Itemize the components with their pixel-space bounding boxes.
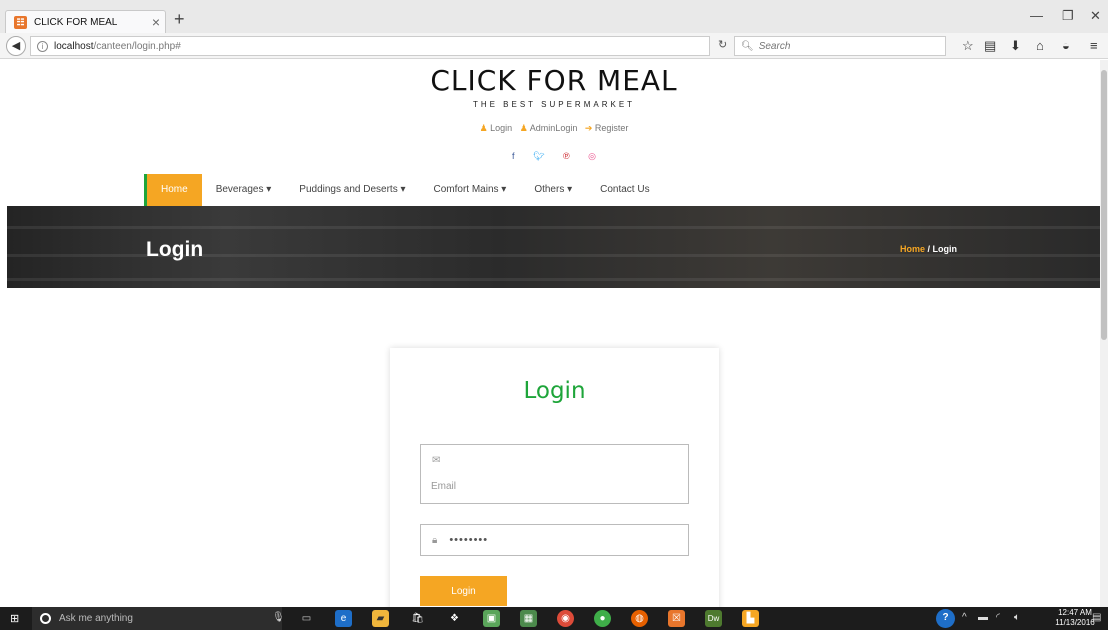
windows-taskbar: ⊞ Ask me anything 🎙︎ ▭ e ▰ 🛍︎ ❖ ▣ ▦ ◉ ● …: [0, 607, 1108, 630]
url-path: /canteen/login.php#: [93, 40, 181, 52]
tab-title: CLICK FOR MEAL: [34, 16, 118, 28]
menu-item-beverages[interactable]: Beverages ▾: [202, 174, 286, 206]
login-card-title: Login: [523, 378, 586, 404]
password-input[interactable]: [449, 534, 650, 546]
menu-item-contact[interactable]: Contact Us: [586, 174, 663, 206]
envelope-icon: ✉: [432, 455, 441, 466]
bookmarks-library-icon[interactable]: ▤: [984, 38, 996, 54]
back-arrow-icon[interactable]: ◀: [6, 36, 26, 56]
task-view-icon[interactable]: ▭: [298, 610, 315, 627]
app-gallery-icon[interactable]: ▦: [520, 610, 537, 627]
volume-icon[interactable]: 🔈︎: [1014, 612, 1020, 623]
banner-shelf-line: [7, 226, 1100, 229]
microphone-icon[interactable]: 🎙︎: [272, 612, 285, 623]
email-field[interactable]: ✉: [420, 444, 689, 504]
browser-tab[interactable]: ☷ CLICK FOR MEAL ×: [5, 10, 166, 33]
menu-item-others[interactable]: Others ▾: [520, 174, 586, 206]
home-icon[interactable]: ⌂: [1036, 38, 1044, 53]
downloads-icon[interactable]: ⬇: [1010, 38, 1021, 54]
app-yellow-icon[interactable]: ▙: [742, 610, 759, 627]
search-icon: 🔍︎: [741, 40, 754, 52]
admin-login-link[interactable]: AdminLogin: [530, 123, 578, 133]
cortana-placeholder: Ask me anything: [59, 613, 133, 624]
breadcrumb: Home / Login: [900, 244, 957, 254]
login-button[interactable]: Login: [420, 576, 507, 606]
minimize-icon[interactable]: —: [1030, 8, 1043, 23]
windows-start-icon[interactable]: ⊞: [10, 612, 19, 625]
twitter-icon[interactable]: 🐦︎: [533, 151, 544, 161]
browser-search-input[interactable]: [758, 40, 939, 52]
chrome-icon[interactable]: ◉: [557, 610, 574, 627]
breadcrumb-separator: /: [925, 244, 933, 254]
tray-chevron-icon[interactable]: ^: [962, 612, 967, 623]
email-input[interactable]: [431, 481, 671, 492]
login-link[interactable]: Login: [490, 123, 512, 133]
breadcrumb-home[interactable]: Home: [900, 244, 925, 254]
menu-hamburger-icon[interactable]: ≡: [1090, 38, 1098, 53]
password-field[interactable]: 🔒︎: [420, 524, 689, 556]
page-banner: Login Home / Login: [7, 206, 1100, 288]
main-menu: Home Beverages ▾ Puddings and Deserts ▾ …: [144, 174, 664, 206]
banner-title: Login: [146, 238, 204, 261]
bookmark-star-icon[interactable]: ☆: [962, 38, 974, 54]
firefox-icon[interactable]: ◍: [631, 610, 648, 627]
new-tab-icon[interactable]: +: [174, 9, 185, 30]
app-circle-icon[interactable]: ●: [594, 610, 611, 627]
banner-shelf-line: [7, 278, 1100, 281]
menu-item-home[interactable]: Home: [144, 174, 202, 206]
file-explorer-icon[interactable]: ▰: [372, 610, 389, 627]
store-icon[interactable]: 🛍︎: [409, 610, 426, 627]
browser-tab-bar: ☷ CLICK FOR MEAL × + — ❐ ✕: [0, 0, 1108, 33]
menu-item-comfort-mains[interactable]: Comfort Mains ▾: [420, 174, 521, 206]
info-icon[interactable]: i: [37, 40, 48, 52]
site-favicon-icon: ☷: [14, 15, 27, 29]
pocket-icon[interactable]: ◒: [1062, 38, 1070, 53]
dribbble-icon[interactable]: ◎: [588, 151, 596, 161]
social-links: f 🐦︎ ℗ ◎: [0, 151, 1100, 162]
login-card: Login ✉ 🔒︎ Login: [390, 348, 719, 607]
pinterest-icon[interactable]: ℗: [563, 151, 570, 161]
browser-nav-bar: ◀ i localhost/canteen/login.php# ↻ 🔍︎ ☆ …: [0, 33, 1108, 59]
dreamweaver-icon[interactable]: Dw: [705, 610, 722, 627]
page-scrollbar-thumb[interactable]: [1101, 70, 1107, 340]
user-icon: ♟: [519, 123, 528, 133]
lock-icon: 🔒︎: [432, 534, 438, 546]
notifications-icon[interactable]: ▤: [1092, 612, 1101, 623]
close-tab-icon[interactable]: ×: [147, 14, 165, 30]
dropbox-icon[interactable]: ❖: [446, 610, 463, 627]
breadcrumb-current: Login: [932, 244, 958, 254]
battery-icon[interactable]: ▬: [978, 612, 988, 623]
site-brand[interactable]: CLICK FOR MEAL: [0, 64, 1100, 97]
arrow-right-icon: ➔: [584, 123, 593, 133]
edge-icon[interactable]: e: [335, 610, 352, 627]
user-icon: ♟: [479, 123, 488, 133]
facebook-icon[interactable]: f: [512, 151, 515, 161]
restore-icon[interactable]: ❐: [1062, 8, 1074, 24]
cortana-search[interactable]: Ask me anything 🎙︎: [32, 607, 285, 630]
site-tagline: THE BEST SUPERMARKET: [472, 100, 636, 109]
menu-item-puddings[interactable]: Puddings and Deserts ▾: [285, 174, 419, 206]
app-green-icon[interactable]: ▣: [483, 610, 500, 627]
reload-icon[interactable]: ↻: [718, 38, 727, 51]
address-bar[interactable]: i localhost/canteen/login.php#: [30, 36, 710, 56]
register-link[interactable]: Register: [595, 123, 629, 133]
close-window-icon[interactable]: ✕: [1090, 8, 1101, 24]
wifi-icon[interactable]: ◜: [996, 612, 1000, 623]
url-host: localhost: [54, 40, 94, 52]
xampp-icon[interactable]: ☒: [668, 610, 685, 627]
page-viewport: CLICK FOR MEAL THE BEST SUPERMARKET ♟ Lo…: [0, 60, 1100, 607]
cortana-icon: [40, 613, 51, 624]
browser-search-box[interactable]: 🔍︎: [734, 36, 946, 56]
help-icon[interactable]: ?: [936, 609, 955, 628]
auth-links: ♟ Login ♟ AdminLogin ➔ Register: [0, 123, 1100, 134]
